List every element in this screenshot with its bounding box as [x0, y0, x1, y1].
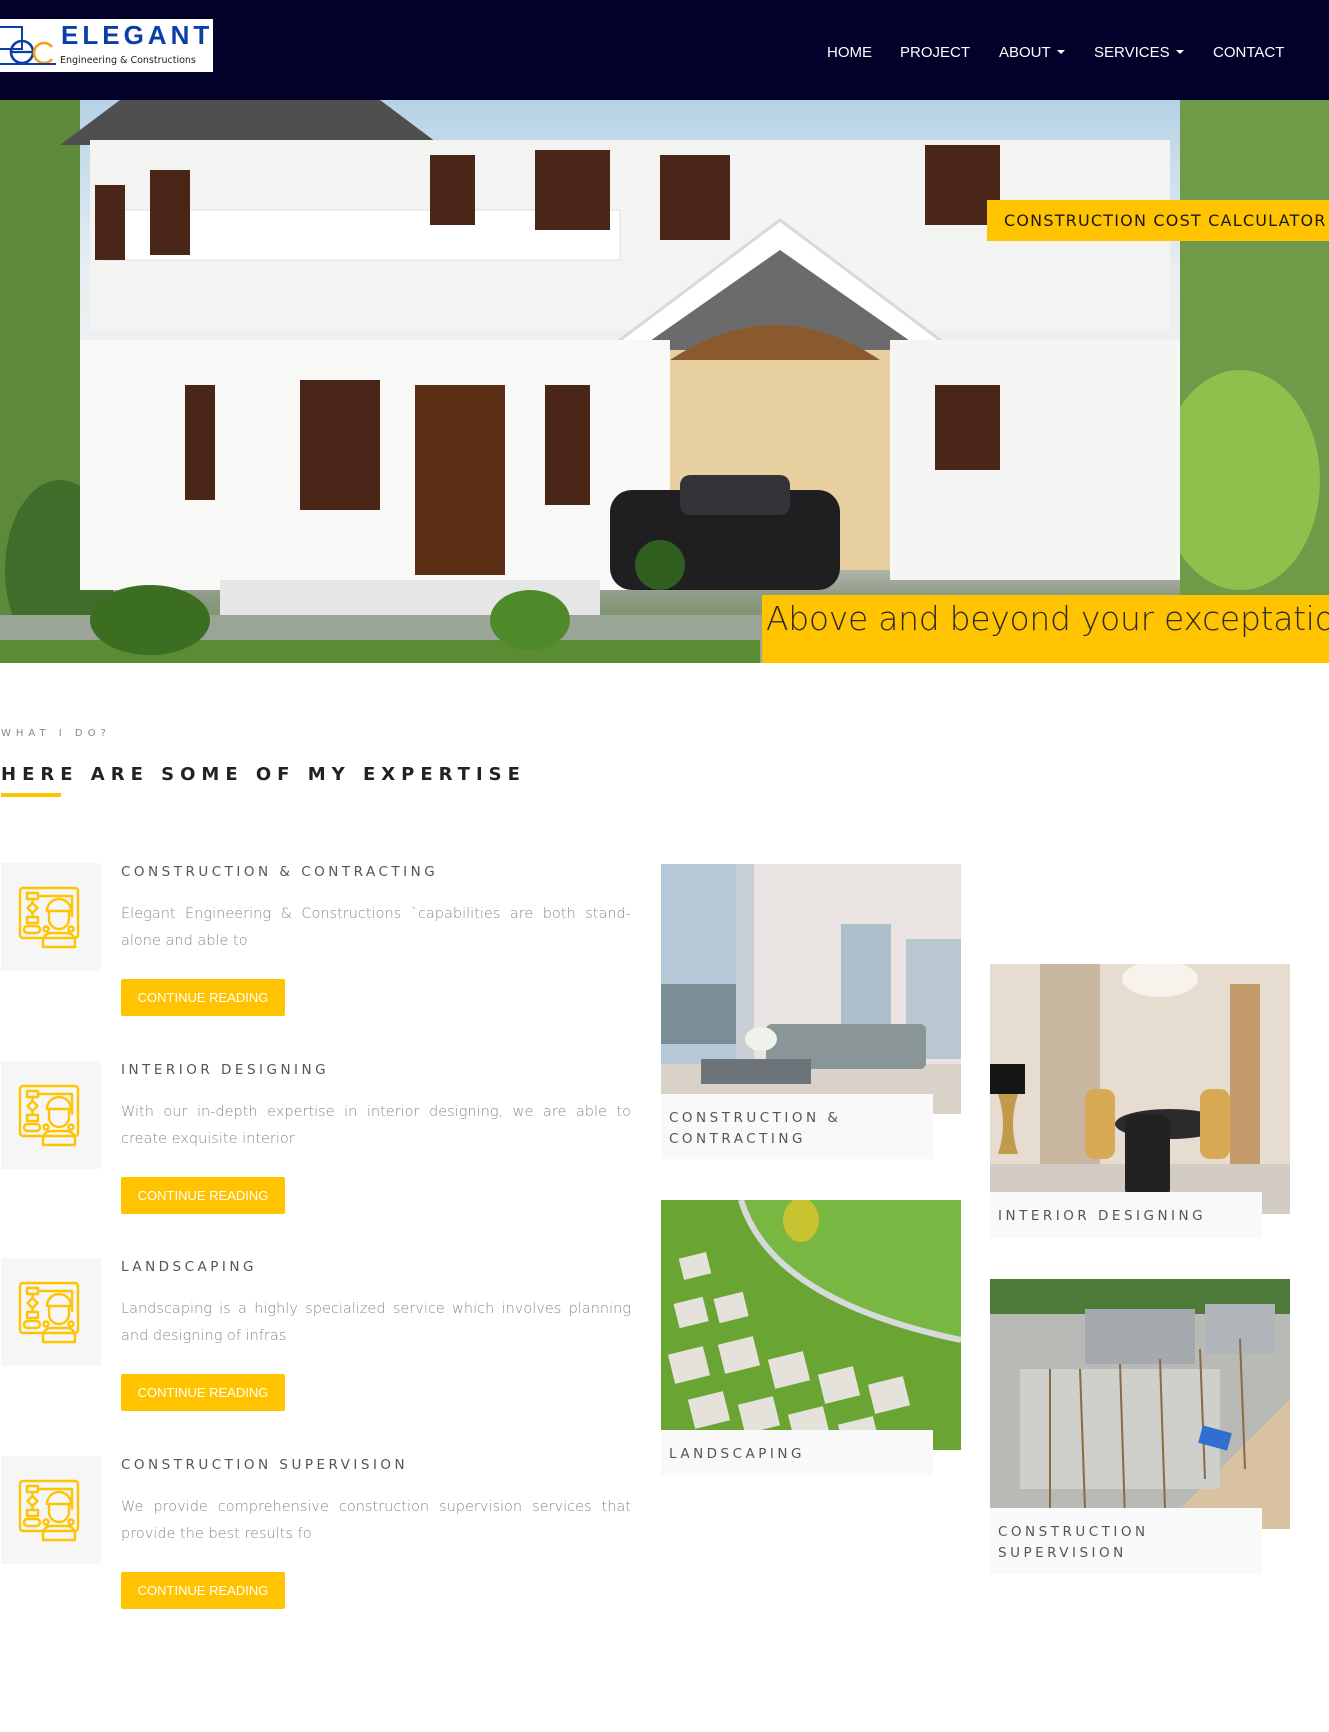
service-item: INTERIOR DESIGNING With our in-depth exp… — [0, 1061, 640, 1251]
service-description: Elegant Engineering & Constructions `cap… — [121, 906, 631, 949]
card-caption: CONSTRUCTION SUPERVISION — [990, 1508, 1262, 1574]
card-caption: LANDSCAPING — [661, 1430, 933, 1475]
continue-reading-button[interactable]: CONTINUE READING — [121, 979, 285, 1016]
service-title: LANDSCAPING — [121, 1259, 257, 1275]
nav-home[interactable]: HOME — [827, 44, 872, 61]
service-item: CONSTRUCTION & CONTRACTING Elegant Engin… — [0, 863, 640, 1053]
service-icon-box — [1, 1061, 101, 1169]
continue-reading-button[interactable]: CONTINUE READING — [121, 1374, 285, 1411]
nav-home-label: HOME — [827, 44, 872, 61]
house-photo-icon — [0, 100, 1329, 663]
service-title: CONSTRUCTION & CONTRACTING — [121, 864, 439, 880]
engineer-blueprint-icon — [18, 1479, 80, 1542]
navbar: ELEGANT Engineering & Constructions HOME… — [0, 0, 1329, 100]
engineer-blueprint-icon — [18, 886, 80, 949]
service-icon-box — [1, 1456, 101, 1564]
nav-contact[interactable]: CONTACT — [1213, 44, 1284, 61]
brand-logo[interactable]: ELEGANT Engineering & Constructions — [0, 19, 213, 72]
nav-services[interactable]: SERVICES — [1094, 44, 1184, 61]
logo-mark-icon — [0, 26, 56, 65]
engineer-blueprint-icon — [18, 1281, 80, 1344]
nav-services-label: SERVICES — [1094, 44, 1170, 61]
service-item: LANDSCAPING Landscaping is a highly spec… — [0, 1258, 640, 1448]
living-room-photo-icon — [661, 864, 961, 1114]
card-caption: CONSTRUCTION & CONTRACTING — [661, 1094, 933, 1159]
brand-name: ELEGANT — [61, 20, 213, 50]
service-title: INTERIOR DESIGNING — [121, 1062, 330, 1078]
brand-tagline: Engineering & Constructions — [60, 55, 196, 66]
service-description: With our in-depth expertise in interior … — [121, 1104, 631, 1147]
nav-about[interactable]: ABOUT — [999, 44, 1065, 61]
nav-project[interactable]: PROJECT — [900, 44, 970, 61]
grass-paving-photo-icon — [661, 1200, 961, 1450]
dining-room-photo-icon — [990, 964, 1290, 1214]
nav-about-label: ABOUT — [999, 44, 1051, 61]
caret-down-icon — [1175, 50, 1184, 55]
service-item: CONSTRUCTION SUPERVISION We provide comp… — [0, 1456, 640, 1646]
service-icon-box — [1, 1258, 101, 1366]
title-underline — [1, 793, 61, 797]
construction-site-photo-icon — [990, 1279, 1290, 1529]
continue-reading-button[interactable]: CONTINUE READING — [121, 1177, 285, 1214]
service-title: CONSTRUCTION SUPERVISION — [121, 1457, 409, 1473]
nav-contact-label: CONTACT — [1213, 44, 1285, 61]
hero-tagline: Above and beyond your exceptations — [762, 595, 1329, 663]
engineer-blueprint-icon — [18, 1084, 80, 1147]
service-description: Landscaping is a highly specialized serv… — [121, 1301, 631, 1344]
nav-project-label: PROJECT — [900, 44, 971, 61]
service-description: We provide comprehensive construction su… — [121, 1499, 631, 1542]
caret-down-icon — [1056, 50, 1065, 55]
card-caption: INTERIOR DESIGNING — [990, 1192, 1262, 1238]
cost-calculator-button[interactable]: CONSTRUCTION COST CALCULATOR — [987, 200, 1329, 241]
section-title: HERE ARE SOME OF MY EXPERTISE — [1, 764, 526, 785]
continue-reading-button[interactable]: CONTINUE READING — [121, 1572, 285, 1609]
hero-banner: CONSTRUCTION COST CALCULATOR — [0, 100, 1329, 663]
section-eyebrow: WHAT I DO? — [1, 728, 111, 739]
service-icon-box — [1, 863, 101, 971]
